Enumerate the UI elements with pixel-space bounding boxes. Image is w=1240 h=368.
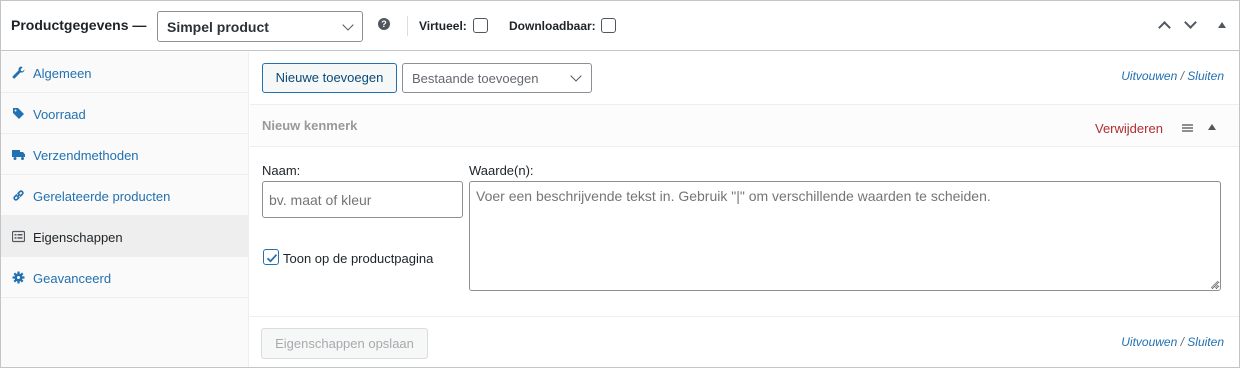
close-all-link[interactable]: Sluiten (1187, 335, 1224, 349)
attribute-values-textarea[interactable] (469, 181, 1221, 291)
move-up-icon[interactable] (1158, 21, 1171, 34)
list-view-icon (12, 230, 25, 243)
add-new-attribute-button[interactable]: Nieuwe toevoegen (262, 63, 397, 93)
sidebar-item-label: Geavanceerd (33, 271, 112, 286)
remove-attribute-link[interactable]: Verwijderen (1095, 121, 1163, 136)
sidebar-item-label: Verzendmethoden (33, 148, 139, 163)
panel-title: Productgegevens — (11, 17, 147, 33)
resize-grip-icon[interactable] (1210, 280, 1219, 289)
sidebar-item-general[interactable]: Algemeen (1, 52, 249, 93)
name-label: Naam: (262, 163, 301, 178)
existing-attribute-select[interactable]: Bestaande toevoegen (402, 63, 592, 93)
expand-close-links: Uitvouwen / Sluiten (1121, 69, 1224, 83)
attribute-name-input[interactable] (262, 181, 463, 218)
link-icon (13, 190, 24, 201)
attribute-header[interactable]: Nieuw kenmerk Verwijderen (250, 104, 1239, 147)
tag-icon (13, 108, 24, 119)
help-icon[interactable]: ? (378, 18, 390, 30)
move-down-icon[interactable] (1184, 16, 1197, 29)
expand-all-link[interactable]: Uitvouwen (1121, 69, 1177, 83)
virtual-label: Virtueel: (419, 19, 467, 33)
downloadable-checkbox[interactable] (601, 18, 616, 33)
sidebar-item-label: Voorraad (33, 107, 86, 122)
sidebar-item-inventory[interactable]: Voorraad (1, 93, 249, 134)
footer-expand-close-links: Uitvouwen / Sluiten (1121, 335, 1224, 349)
link-separator: / (1180, 335, 1184, 349)
existing-attribute-placeholder: Bestaande toevoegen (412, 71, 539, 86)
divider (407, 16, 408, 36)
checkmark-icon (266, 254, 278, 263)
product-type-select[interactable]: Simpel product (157, 11, 363, 42)
truck-icon (12, 150, 25, 160)
expand-all-link[interactable]: Uitvouwen (1121, 335, 1177, 349)
sidebar-item-advanced[interactable]: Geavanceerd (1, 257, 249, 298)
product-data-header: Productgegevens — Simpel product ? Virtu… (1, 1, 1239, 51)
collapse-panel-icon[interactable] (1218, 22, 1226, 28)
save-attributes-button[interactable]: Eigenschappen opslaan (261, 328, 428, 359)
chevron-down-icon (342, 19, 354, 31)
sidebar-item-label: Gerelateerde producten (33, 189, 171, 204)
collapse-attribute-icon[interactable] (1208, 124, 1216, 130)
values-label: Waarde(n): (469, 163, 534, 178)
sidebar-item-label: Algemeen (33, 66, 92, 81)
downloadable-label: Downloadbaar: (509, 19, 596, 33)
product-data-tabs: Algemeen Voorraad Verzendmethoden Gerela… (1, 52, 249, 367)
chevron-down-icon (570, 70, 582, 82)
product-data-panel: Productgegevens — Simpel product ? Virtu… (0, 0, 1240, 368)
close-all-link[interactable]: Sluiten (1187, 69, 1224, 83)
virtual-checkbox[interactable] (473, 18, 488, 33)
link-separator: / (1180, 69, 1184, 83)
visible-on-product-page-checkbox[interactable] (263, 249, 279, 265)
attribute-title: Nieuw kenmerk (262, 118, 358, 133)
sidebar-item-attributes[interactable]: Eigenschappen (1, 216, 249, 257)
sidebar-item-shipping[interactable]: Verzendmethoden (1, 134, 249, 175)
wrench-icon (12, 66, 25, 79)
visible-on-product-page-label: Toon op de productpagina (283, 251, 434, 266)
sidebar-item-linked-products[interactable]: Gerelateerde producten (1, 175, 249, 216)
drag-handle-icon[interactable] (1182, 124, 1193, 132)
sidebar-item-label: Eigenschappen (33, 230, 123, 245)
gear-icon (12, 271, 25, 284)
product-type-value: Simpel product (167, 19, 269, 35)
